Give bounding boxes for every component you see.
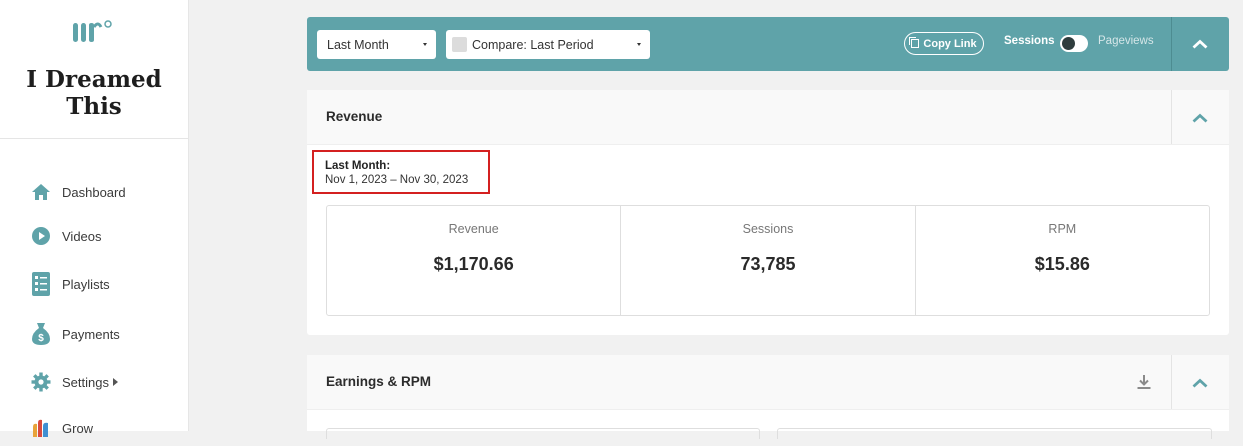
copy-link-button[interactable]: Copy Link — [904, 32, 984, 55]
metric-label: Sessions — [742, 222, 794, 236]
earnings-panel-right — [777, 428, 1212, 439]
earnings-card-header: Earnings & RPM — [307, 355, 1229, 410]
metric-value: 73,785 — [740, 254, 796, 274]
report-toolbar: Last Month Compare: Last Period Copy Lin… — [307, 17, 1229, 71]
chevron-up-icon[interactable] — [1192, 113, 1208, 123]
grow-icon — [30, 417, 52, 439]
chevron-up-icon[interactable] — [1192, 378, 1208, 388]
card-title: Earnings & RPM — [326, 374, 432, 389]
sidebar-item-label: Payments — [62, 326, 120, 342]
chevron-right-icon — [113, 378, 118, 386]
logo-area: I Dreamed This — [0, 0, 188, 139]
m-logo-icon[interactable] — [72, 19, 114, 47]
revenue-card: Revenue Last Month: Nov 1, 2023 – Nov 30… — [307, 90, 1229, 335]
sidebar-item-label: Playlists — [62, 276, 110, 292]
period-select[interactable]: Last Month — [317, 30, 436, 59]
date-range-title: Last Month: — [325, 160, 391, 172]
toggle-knob — [1062, 37, 1075, 50]
caret-down-icon — [423, 43, 427, 46]
sidebar-item-playlists[interactable]: Playlists — [0, 266, 188, 302]
metric-label: Revenue — [448, 222, 499, 236]
header-divider — [1171, 355, 1172, 409]
toggle-pageviews-label: Pageviews — [1098, 35, 1154, 47]
compare-checkbox[interactable] — [452, 37, 467, 52]
period-select-value: Last Month — [327, 37, 389, 52]
sidebar-item-label: Grow — [62, 420, 94, 436]
metric-label: RPM — [1048, 222, 1077, 236]
sidebar-item-videos[interactable]: Videos — [0, 218, 188, 254]
sidebar-item-label: Videos — [62, 228, 102, 244]
home-icon — [30, 181, 52, 203]
metric-value: $15.86 — [1034, 254, 1090, 274]
caret-down-icon — [637, 43, 641, 46]
download-icon[interactable] — [1136, 374, 1152, 390]
compare-select-value: Compare: Last Period — [472, 37, 594, 52]
date-range-dates: Nov 1, 2023 – Nov 30, 2023 — [325, 174, 469, 186]
copy-icon — [909, 37, 920, 48]
revenue-card-header: Revenue — [307, 90, 1229, 145]
metric-rpm: RPM $15.86 — [916, 206, 1209, 315]
gear-icon — [30, 371, 52, 393]
play-circle-icon — [30, 225, 52, 247]
money-bag-icon: $ — [30, 323, 52, 345]
metrics-grid: Revenue $1,170.66 Sessions 73,785 RPM $1… — [326, 205, 1210, 316]
earnings-rpm-card: Earnings & RPM — [307, 355, 1229, 439]
checklist-icon — [30, 272, 52, 296]
sidebar-item-dashboard[interactable]: Dashboard — [0, 174, 188, 210]
metric-sessions: Sessions 73,785 — [621, 206, 916, 315]
chevron-up-icon[interactable] — [1192, 39, 1208, 49]
metric-value: $1,170.66 — [433, 254, 514, 274]
toolbar-divider — [1171, 17, 1172, 71]
sidebar-item-label: Dashboard — [62, 184, 126, 200]
card-title: Revenue — [326, 109, 383, 124]
header-divider — [1171, 90, 1172, 144]
sidebar: I Dreamed This Dashboard Videos Playlist… — [0, 0, 189, 437]
metric-revenue: Revenue $1,170.66 — [327, 206, 622, 315]
sidebar-item-payments[interactable]: $ Payments — [0, 316, 188, 352]
compare-select[interactable]: Compare: Last Period — [446, 30, 650, 59]
sidebar-item-label: Settings — [62, 374, 109, 390]
toggle-sessions-label: Sessions — [1004, 35, 1055, 47]
svg-text:$: $ — [38, 333, 44, 344]
sidebar-item-settings[interactable]: Settings — [0, 364, 188, 400]
site-title: I Dreamed This — [26, 66, 162, 120]
sessions-pageviews-toggle[interactable] — [1060, 35, 1088, 52]
date-range-highlight — [312, 150, 490, 194]
sidebar-item-grow[interactable]: Grow — [0, 410, 188, 446]
copy-link-label: Copy Link — [923, 37, 977, 50]
earnings-panel-left — [326, 428, 760, 439]
